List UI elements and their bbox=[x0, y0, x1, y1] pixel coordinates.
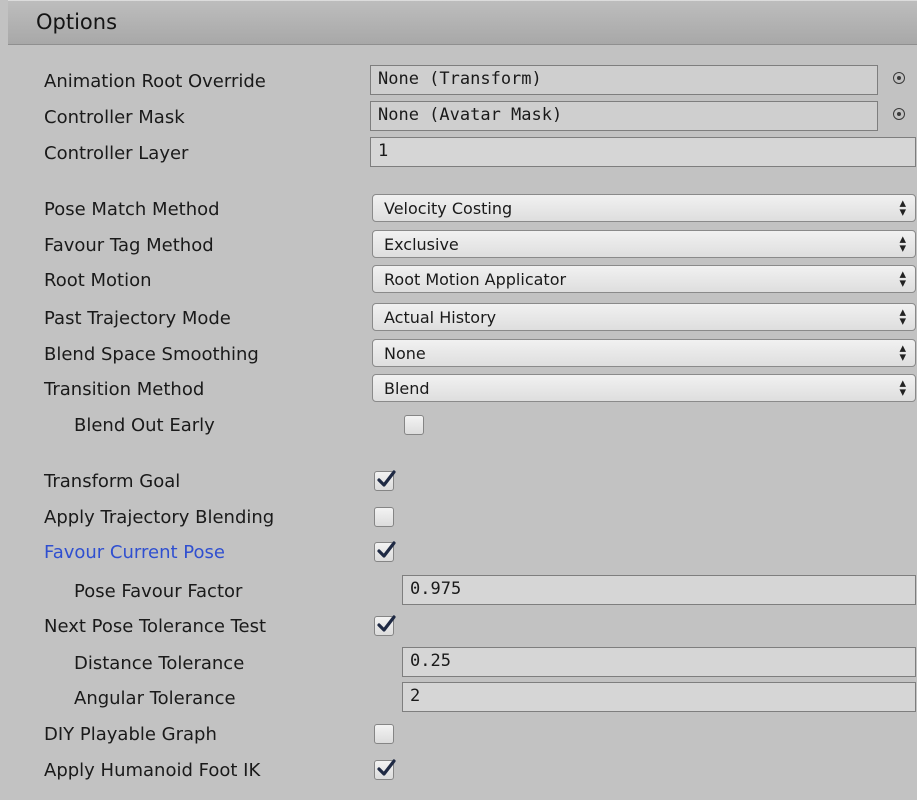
past-trajectory-mode-label: Past Trajectory Mode bbox=[44, 308, 231, 329]
blend-space-smoothing-row: Blend Space Smoothing None ▴ ▾ bbox=[0, 337, 917, 371]
favour-tag-method-row: Favour Tag Method Exclusive ▴ ▾ bbox=[0, 228, 917, 262]
pose-match-method-dropdown[interactable]: Velocity Costing ▴ ▾ bbox=[372, 194, 916, 222]
checkmark-icon bbox=[377, 759, 396, 776]
apply-trajectory-blending-checkbox[interactable] bbox=[374, 507, 394, 527]
distance-tolerance-row: Distance Tolerance 0.25 bbox=[0, 646, 917, 680]
updown-arrows-icon: ▴ ▾ bbox=[899, 376, 906, 400]
blend-out-early-label: Blend Out Early bbox=[74, 415, 215, 436]
dropdown-value: Velocity Costing bbox=[384, 199, 513, 218]
controller-layer-input[interactable]: 1 bbox=[370, 137, 916, 167]
transition-method-dropdown[interactable]: Blend ▴ ▾ bbox=[372, 374, 916, 402]
pose-favour-factor-row: Pose Favour Factor 0.975 bbox=[0, 574, 917, 608]
pose-favour-factor-label: Pose Favour Factor bbox=[74, 581, 243, 602]
distance-tolerance-label: Distance Tolerance bbox=[74, 653, 245, 674]
options-panel: Options Animation Root Override None (Tr… bbox=[0, 0, 917, 800]
object-picker-icon[interactable] bbox=[893, 72, 905, 84]
transform-goal-row: Transform Goal bbox=[0, 464, 917, 498]
favour-current-pose-checkbox[interactable] bbox=[374, 541, 396, 562]
dropdown-value: None bbox=[384, 344, 426, 363]
pose-match-method-label: Pose Match Method bbox=[44, 199, 220, 220]
transition-method-label: Transition Method bbox=[44, 379, 205, 400]
next-pose-tolerance-test-label: Next Pose Tolerance Test bbox=[44, 616, 267, 637]
root-motion-dropdown[interactable]: Root Motion Applicator ▴ ▾ bbox=[372, 265, 916, 293]
blend-out-early-row: Blend Out Early bbox=[0, 408, 917, 442]
dropdown-value: Exclusive bbox=[384, 235, 459, 254]
diy-playable-graph-row: DIY Playable Graph bbox=[0, 717, 917, 751]
transform-goal-checkbox[interactable] bbox=[374, 470, 396, 491]
apply-trajectory-blending-row: Apply Trajectory Blending bbox=[0, 500, 917, 534]
blend-out-early-checkbox[interactable] bbox=[404, 415, 424, 435]
apply-humanoid-foot-ik-label: Apply Humanoid Foot IK bbox=[44, 760, 261, 781]
next-pose-tolerance-test-checkbox[interactable] bbox=[374, 615, 396, 636]
dropdown-value: Root Motion Applicator bbox=[384, 270, 567, 289]
diy-playable-graph-checkbox[interactable] bbox=[374, 724, 394, 744]
favour-tag-method-label: Favour Tag Method bbox=[44, 235, 214, 256]
diy-playable-graph-label: DIY Playable Graph bbox=[44, 724, 217, 745]
animation-root-override-row: Animation Root Override None (Transform) bbox=[0, 64, 917, 98]
past-trajectory-mode-row: Past Trajectory Mode Actual History ▴ ▾ bbox=[0, 301, 917, 335]
object-picker-icon[interactable] bbox=[893, 108, 905, 120]
dropdown-value: Blend bbox=[384, 379, 430, 398]
updown-arrows-icon: ▴ ▾ bbox=[899, 196, 906, 220]
checkmark-icon bbox=[377, 541, 396, 558]
angular-tolerance-row: Angular Tolerance 2 bbox=[0, 681, 917, 715]
controller-mask-row: Controller Mask None (Avatar Mask) bbox=[0, 100, 917, 134]
animation-root-override-field[interactable]: None (Transform) bbox=[370, 65, 878, 95]
root-motion-label: Root Motion bbox=[44, 270, 152, 291]
checkmark-icon bbox=[377, 470, 396, 487]
apply-humanoid-foot-ik-row: Apply Humanoid Foot IK bbox=[0, 753, 917, 787]
distance-tolerance-input[interactable]: 0.25 bbox=[402, 647, 916, 677]
apply-humanoid-foot-ik-checkbox[interactable] bbox=[374, 759, 396, 780]
blend-space-smoothing-label: Blend Space Smoothing bbox=[44, 344, 259, 365]
header-title: Options bbox=[36, 10, 118, 34]
options-header[interactable]: Options bbox=[8, 0, 917, 45]
updown-arrows-icon: ▴ ▾ bbox=[899, 267, 906, 291]
animation-root-override-label: Animation Root Override bbox=[44, 71, 266, 92]
checkmark-icon bbox=[377, 615, 396, 632]
favour-current-pose-label: Favour Current Pose bbox=[44, 542, 225, 563]
favour-current-pose-row: Favour Current Pose bbox=[0, 535, 917, 569]
pose-favour-factor-input[interactable]: 0.975 bbox=[402, 575, 916, 605]
favour-tag-method-dropdown[interactable]: Exclusive ▴ ▾ bbox=[372, 230, 916, 258]
updown-arrows-icon: ▴ ▾ bbox=[899, 305, 906, 329]
pose-match-method-row: Pose Match Method Velocity Costing ▴ ▾ bbox=[0, 192, 917, 226]
transform-goal-label: Transform Goal bbox=[44, 471, 181, 492]
transition-method-row: Transition Method Blend ▴ ▾ bbox=[0, 372, 917, 406]
dropdown-value: Actual History bbox=[384, 308, 497, 327]
updown-arrows-icon: ▴ ▾ bbox=[899, 341, 906, 365]
blend-space-smoothing-dropdown[interactable]: None ▴ ▾ bbox=[372, 339, 916, 367]
next-pose-tolerance-test-row: Next Pose Tolerance Test bbox=[0, 609, 917, 643]
apply-trajectory-blending-label: Apply Trajectory Blending bbox=[44, 507, 275, 528]
controller-layer-row: Controller Layer 1 bbox=[0, 136, 917, 170]
controller-mask-label: Controller Mask bbox=[44, 107, 185, 128]
controller-layer-label: Controller Layer bbox=[44, 143, 189, 164]
controller-mask-field[interactable]: None (Avatar Mask) bbox=[370, 101, 878, 131]
root-motion-row: Root Motion Root Motion Applicator ▴ ▾ bbox=[0, 263, 917, 297]
angular-tolerance-label: Angular Tolerance bbox=[74, 688, 236, 709]
updown-arrows-icon: ▴ ▾ bbox=[899, 232, 906, 256]
past-trajectory-mode-dropdown[interactable]: Actual History ▴ ▾ bbox=[372, 303, 916, 331]
angular-tolerance-input[interactable]: 2 bbox=[402, 682, 916, 712]
